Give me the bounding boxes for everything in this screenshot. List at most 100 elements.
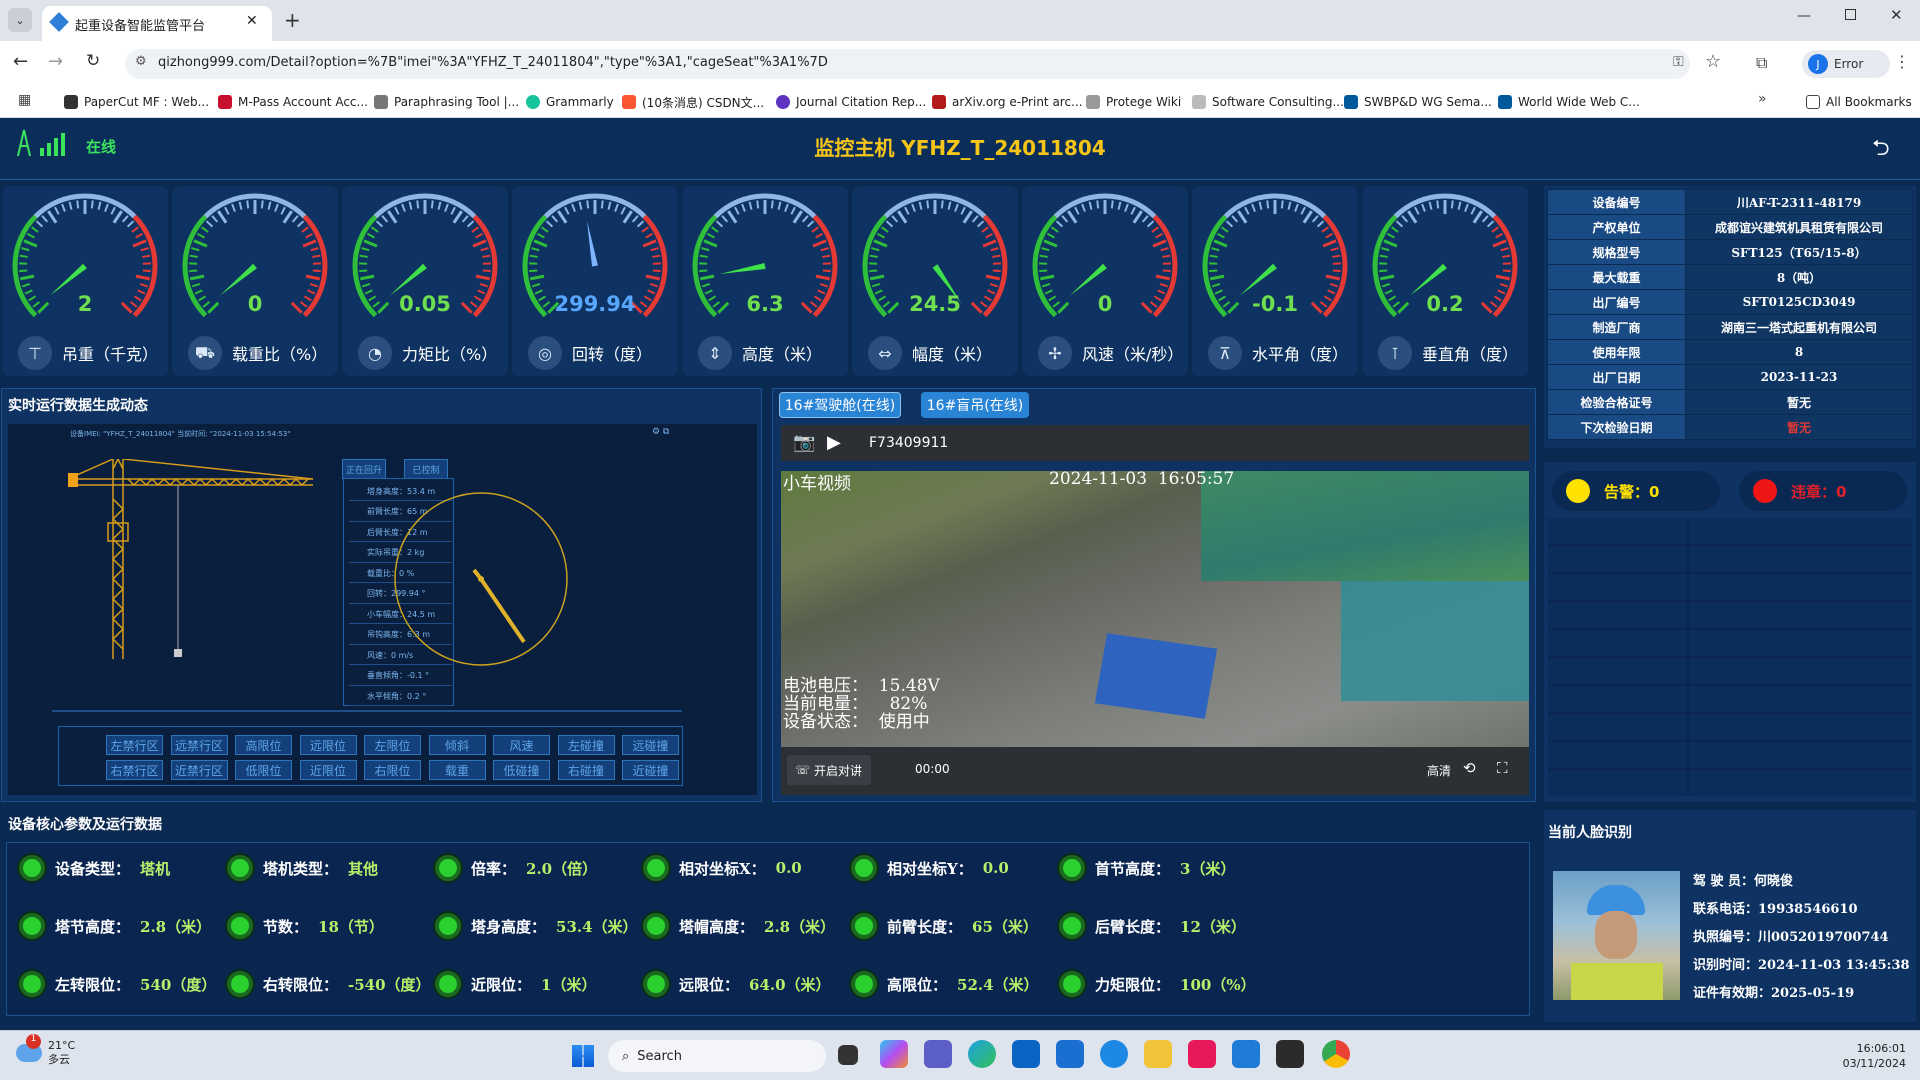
limit-button[interactable]: 左碰撞: [557, 735, 615, 755]
status-dot-icon: [643, 913, 669, 939]
bookmark-2[interactable]: Paraphrasing Tool |...: [374, 92, 519, 112]
gauge-value: 24.5: [909, 292, 961, 316]
osd-title: 小车视频: [783, 474, 851, 494]
limit-button[interactable]: 右限位: [364, 760, 421, 780]
device-info-value: 暂无: [1685, 389, 1913, 415]
driver-info-row: 执照编号：川0052019700744: [1693, 930, 1889, 945]
snipping-icon[interactable]: [1100, 1040, 1128, 1068]
mail-icon[interactable]: [1012, 1040, 1040, 1068]
limit-button[interactable]: 近禁行区: [170, 760, 228, 780]
device-info-row: 设备编号 川AF-T-2311-48179: [1547, 189, 1913, 215]
bookmark-5[interactable]: Journal Citation Rep...: [776, 92, 926, 112]
gauge-label-row: ⛟ 载重比（%）: [188, 336, 327, 370]
close-tab-icon[interactable]: ✕: [246, 13, 258, 29]
fullscreen-icon[interactable]: ⛶: [1497, 759, 1508, 777]
extensions-icon[interactable]: ⧉: [1756, 53, 1767, 73]
vscode-icon[interactable]: [1232, 1040, 1260, 1068]
limit-button[interactable]: 低限位: [235, 760, 292, 780]
param-key: 塔帽高度：: [679, 917, 755, 936]
limit-button[interactable]: 远碰撞: [622, 735, 679, 755]
limit-button[interactable]: 高限位: [235, 735, 292, 755]
tab-cabin[interactable]: 16#驾驶舱(在线): [779, 392, 901, 418]
onenote-icon[interactable]: [1188, 1040, 1216, 1068]
bookmark-6[interactable]: arXiv.org e-Print arc...: [932, 92, 1083, 112]
start-button[interactable]: [572, 1045, 594, 1067]
more-bookmarks-icon[interactable]: »: [1758, 91, 1767, 107]
back-icon[interactable]: ←: [13, 51, 28, 72]
chrome-icon[interactable]: [1322, 1040, 1350, 1068]
device-info-key: 出厂日期: [1547, 364, 1686, 390]
limit-button[interactable]: 载重: [428, 760, 486, 780]
task-view-icon[interactable]: [838, 1045, 858, 1065]
edge-icon[interactable]: [968, 1040, 996, 1068]
status-dot-icon: [227, 855, 253, 881]
limit-button[interactable]: 倾斜: [428, 735, 486, 755]
password-key-icon[interactable]: ⚿: [1673, 54, 1684, 70]
store-icon[interactable]: [1056, 1040, 1084, 1068]
alarm-list-grid: [1548, 518, 1912, 796]
device-info-key: 出厂编号: [1547, 289, 1686, 315]
restore-icon[interactable]: [1845, 9, 1856, 20]
reload-icon[interactable]: ↻: [86, 51, 100, 71]
taskbar-search[interactable]: ⌕ Search: [608, 1040, 826, 1072]
camera-icon[interactable]: 📷: [793, 432, 815, 453]
video-feed[interactable]: 小车视频 2024-11-03 16:05:57 电池电压： 15.48V 当前…: [781, 471, 1529, 747]
bookmark-0[interactable]: PaperCut MF : Web...: [64, 92, 209, 112]
bookmark-1[interactable]: M-Pass Account Acc...: [218, 92, 368, 112]
tarp-area: [1341, 581, 1529, 701]
clarivate-icon: [776, 95, 790, 109]
tilt-icon: ⊺: [1378, 336, 1412, 370]
limit-button[interactable]: 远禁行区: [170, 735, 228, 755]
limit-button[interactable]: 左限位: [364, 735, 421, 755]
search-icon: ⌕: [622, 1048, 630, 1064]
gauge-label-row: ✢ 风速（米/秒）: [1038, 336, 1183, 370]
address-bar[interactable]: ⚙ qizhong999.com/Detail?option=%7B"imei"…: [125, 49, 1690, 79]
teams-icon[interactable]: [924, 1040, 952, 1068]
core-params-section: 设备核心参数及运行数据 设备类型： 塔机 塔机类型： 其他 倍率： 2.0（倍） 相对坐标X…: [0, 810, 1536, 1020]
terminal-icon[interactable]: [1276, 1040, 1304, 1068]
gauge-card: 6.3 ⇕ 高度（米）: [682, 186, 848, 376]
bookmark-10[interactable]: World Wide Web C...: [1498, 92, 1640, 112]
limit-button[interactable]: 远限位: [299, 735, 357, 755]
quality-select[interactable]: 高清: [1427, 762, 1451, 779]
bookmark-8[interactable]: Software Consulting...: [1192, 92, 1344, 112]
tab-search-button[interactable]: ⌄: [8, 8, 32, 32]
forward-icon[interactable]: →: [48, 51, 63, 72]
limit-button[interactable]: 左禁行区: [106, 735, 163, 755]
bookmark-label: arXiv.org e-Print arc...: [952, 95, 1083, 109]
bookmark-star-icon[interactable]: ☆: [1705, 51, 1721, 72]
settings-mini-icon[interactable]: ⚙ ⧉: [652, 427, 669, 437]
limit-button[interactable]: 风速: [493, 735, 550, 755]
replay-icon[interactable]: ⟲: [1463, 759, 1476, 777]
profile-button[interactable]: J Error: [1802, 50, 1890, 78]
explorer-icon[interactable]: [1144, 1040, 1172, 1068]
bookmark-3[interactable]: Grammarly: [526, 92, 614, 112]
param-key: 首节高度：: [1095, 859, 1171, 878]
bookmark-4[interactable]: (10条消息) CSDN文...: [622, 92, 764, 112]
menu-icon[interactable]: ⋮: [1894, 52, 1910, 71]
weather-widget[interactable]: 1 21°C 多云: [16, 1034, 75, 1067]
close-window-icon[interactable]: ✕: [1890, 6, 1903, 24]
limit-button[interactable]: 近碰撞: [622, 760, 679, 780]
browser-tab[interactable]: 起重设备智能监管平台 ✕: [42, 6, 272, 41]
bookmark-7[interactable]: Protege Wiki: [1086, 92, 1181, 112]
status-dot-icon: [643, 855, 669, 881]
limit-button[interactable]: 近限位: [299, 760, 357, 780]
site-info-icon[interactable]: ⚙: [135, 54, 147, 69]
new-tab-icon[interactable]: +: [284, 8, 301, 32]
status-btn-rising[interactable]: 正在回升: [342, 459, 386, 479]
minimize-icon[interactable]: —: [1797, 8, 1811, 24]
all-bookmarks[interactable]: All Bookmarks: [1806, 92, 1912, 112]
folder-icon: [1806, 95, 1820, 109]
tab-blind-lift[interactable]: 16#盲吊(在线): [921, 392, 1029, 418]
video-icon[interactable]: ▶: [827, 432, 841, 453]
talk-button[interactable]: ☏ 开启对讲: [787, 755, 871, 785]
limit-button[interactable]: 低碰撞: [493, 760, 550, 780]
copilot-icon[interactable]: [880, 1040, 908, 1068]
back-return-icon[interactable]: ⮌: [1872, 131, 1890, 169]
status-btn-controlled[interactable]: 已控制: [404, 459, 448, 479]
limit-button[interactable]: 右碰撞: [557, 760, 615, 780]
limit-button[interactable]: 右禁行区: [106, 760, 163, 780]
apps-icon[interactable]: ▦: [18, 92, 31, 108]
bookmark-9[interactable]: SWBP&D WG Sema...: [1344, 92, 1492, 112]
